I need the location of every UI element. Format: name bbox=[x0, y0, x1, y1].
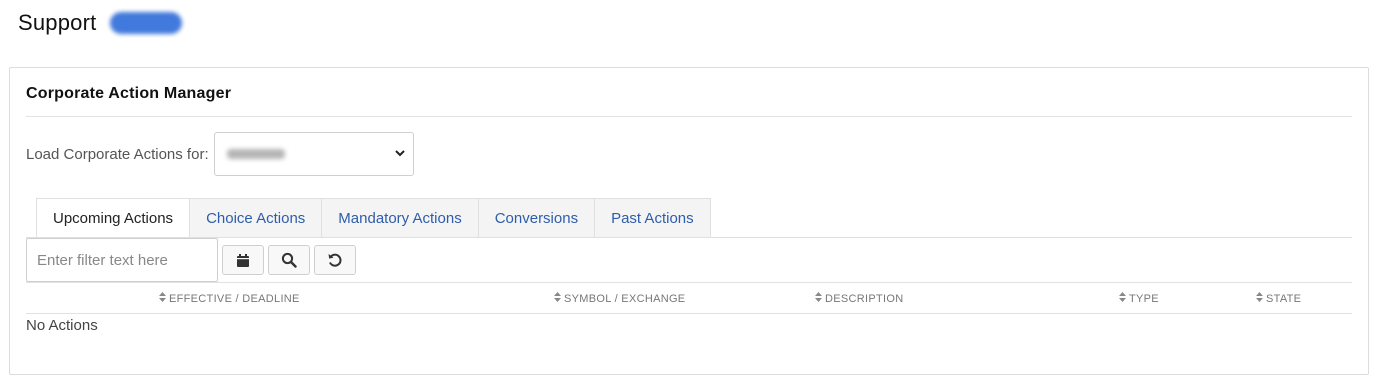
tab-upcoming-actions[interactable]: Upcoming Actions bbox=[36, 198, 191, 238]
sort-icon bbox=[1119, 292, 1126, 305]
panel-divider bbox=[26, 116, 1352, 117]
account-select[interactable] bbox=[213, 132, 414, 176]
sort-icon bbox=[1256, 292, 1263, 305]
chevron-down-icon bbox=[394, 144, 405, 169]
reset-button[interactable] bbox=[314, 245, 356, 275]
filter-row bbox=[26, 238, 356, 282]
column-state[interactable]: STATE bbox=[1256, 292, 1301, 305]
tab-mandatory-actions[interactable]: Mandatory Actions bbox=[322, 198, 479, 238]
load-row: Load Corporate Actions for: bbox=[26, 132, 414, 176]
column-description[interactable]: DESCRIPTION bbox=[815, 292, 903, 305]
account-select-value bbox=[226, 149, 285, 159]
panel-title: Corporate Action Manager bbox=[26, 85, 232, 102]
tab-past-actions[interactable]: Past Actions bbox=[595, 198, 711, 238]
calendar-button[interactable] bbox=[222, 245, 264, 275]
load-label: Load Corporate Actions for: bbox=[26, 145, 209, 163]
column-symbol-exchange[interactable]: SYMBOL / EXCHANGE bbox=[554, 292, 685, 305]
sort-icon bbox=[554, 292, 561, 305]
column-label: SYMBOL / EXCHANGE bbox=[564, 292, 686, 305]
column-type[interactable]: TYPE bbox=[1119, 292, 1159, 305]
page-title: Support bbox=[18, 10, 97, 35]
page-header: Support bbox=[18, 8, 183, 38]
calendar-icon bbox=[236, 253, 250, 268]
account-badge bbox=[110, 12, 183, 34]
column-label: EFFECTIVE / DEADLINE bbox=[169, 292, 300, 305]
tab-choice-actions[interactable]: Choice Actions bbox=[190, 198, 323, 238]
search-icon bbox=[281, 252, 297, 268]
table-header: EFFECTIVE / DEADLINE SYMBOL / EXCHANGE D… bbox=[26, 283, 1352, 314]
reset-icon bbox=[327, 252, 343, 268]
sort-icon bbox=[815, 292, 822, 305]
column-label: DESCRIPTION bbox=[825, 292, 904, 305]
sort-icon bbox=[159, 292, 166, 305]
corporate-action-panel: Corporate Action Manager Load Corporate … bbox=[9, 67, 1369, 375]
column-label: TYPE bbox=[1129, 292, 1159, 305]
action-tabs: Upcoming Actions Choice Actions Mandator… bbox=[36, 198, 711, 238]
table-header-divider bbox=[26, 313, 1352, 314]
column-label: STATE bbox=[1266, 292, 1302, 305]
tab-conversions[interactable]: Conversions bbox=[478, 198, 596, 238]
empty-message: No Actions bbox=[26, 317, 98, 334]
search-button[interactable] bbox=[268, 245, 310, 275]
column-effective-deadline[interactable]: EFFECTIVE / DEADLINE bbox=[159, 292, 300, 305]
filter-input[interactable] bbox=[26, 238, 218, 282]
